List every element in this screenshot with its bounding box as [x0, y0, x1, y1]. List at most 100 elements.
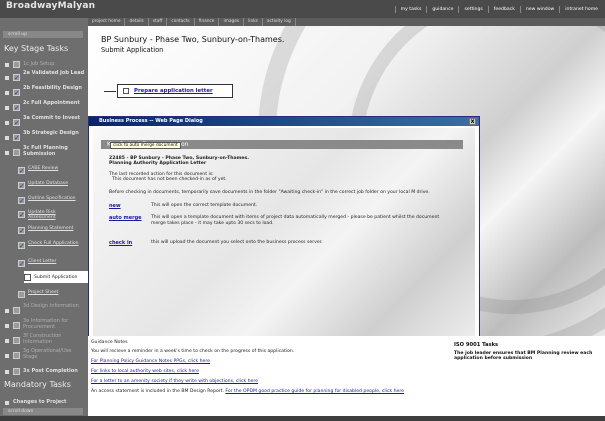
task-label: 2c Full Appointment	[23, 100, 80, 106]
task-3f[interactable]: 3f Construction Information	[5, 333, 87, 348]
check-icon: ✓	[13, 74, 20, 82]
tab-staff[interactable]: staff	[149, 18, 168, 26]
last-action-value: This document has not been checked-in as…	[112, 177, 227, 182]
guidance-intro: You will recieve a reminder in a week's …	[91, 349, 295, 354]
project-title: BP Sunbury - Phase Two, Sunbury-on-Thame…	[101, 35, 285, 44]
expand-icon[interactable]	[5, 136, 9, 140]
nav-feedback[interactable]: feedback	[487, 6, 520, 13]
dialog-body: Key Project Documentation 22485 - BP Sun…	[93, 128, 475, 346]
check-in-description: this will upload the document you select…	[151, 240, 323, 245]
task-checkbox[interactable]	[123, 88, 129, 94]
task-checkbox	[13, 352, 20, 359]
task-3b[interactable]: ✓ 3b Strategic Design	[5, 130, 87, 145]
task-2a[interactable]: ✓ 2a Validated Job Lead	[5, 70, 87, 85]
nav-intranet-home[interactable]: intranet home	[559, 6, 603, 13]
tab-finance[interactable]: finance	[195, 18, 220, 26]
task-label: 3x Post Completion	[23, 368, 78, 374]
subtask-label: Check Full Application	[28, 241, 79, 246]
nav-settings[interactable]: settings	[458, 6, 487, 13]
scroll-up-button[interactable]: scroll up	[3, 31, 83, 38]
tab-activity-log[interactable]: activity log	[263, 18, 296, 26]
amenity-letter-link[interactable]: For a letter to an amenity society if th…	[91, 379, 443, 384]
subtask-update-risk[interactable]: ✓ Update Risk Assessment	[18, 208, 84, 220]
expand-icon[interactable]	[5, 91, 9, 95]
key-stage-title: Key Stage Tasks	[4, 44, 69, 53]
scroll-down-button[interactable]: scroll down	[3, 408, 83, 415]
sidebar: scroll up Key Stage Tasks 1c Job Setup ✓…	[0, 18, 88, 421]
close-icon[interactable]: x	[469, 118, 476, 125]
guidance-title: Guidance Notes	[91, 340, 128, 345]
task-checkbox	[18, 291, 25, 298]
tab-images[interactable]: images	[219, 18, 245, 26]
subtask-planning-statement[interactable]: ✓ Planning Statement	[18, 224, 84, 236]
subtask-label: Update Database	[28, 181, 69, 186]
task-2c[interactable]: ✓ 2c Full Appointment	[5, 100, 87, 115]
collapse-icon[interactable]	[5, 151, 9, 155]
check-icon: ✓	[13, 104, 20, 112]
auto-merge-description-2: merge takes place - it may take upto 30 …	[151, 221, 274, 226]
task-3d[interactable]: 3d Design Information	[5, 303, 87, 318]
task-checkbox	[13, 337, 20, 344]
nav-new-window[interactable]: new window	[519, 6, 559, 13]
task-3a[interactable]: ✓ 3a Commit to Invest	[5, 115, 87, 130]
check-icon: ✓	[13, 89, 20, 97]
subtask-client-letter[interactable]: ✓ Client Letter	[18, 257, 84, 269]
tab-details[interactable]: details	[125, 18, 149, 26]
subtask-project-sheet[interactable]: Project Sheet	[18, 288, 84, 300]
task-box: Prepare application letter	[104, 84, 233, 98]
expand-icon[interactable]	[5, 309, 9, 313]
nav-guidance[interactable]: guidance	[426, 6, 458, 13]
expand-icon[interactable]	[5, 354, 9, 358]
check-icon: ✓	[18, 167, 25, 175]
connector-line	[104, 91, 116, 92]
authority-link[interactable]: For links to local authority web sites, …	[91, 369, 443, 374]
subtask-label: Update Risk Assessment	[28, 210, 56, 220]
expand-icon[interactable]	[5, 121, 9, 125]
task-label: 2a Validated Job Lead	[23, 70, 85, 76]
subtask-submit-application[interactable]: Submit Application	[24, 271, 88, 283]
check-in-link[interactable]: check in	[109, 240, 132, 246]
tab-project-home[interactable]: project home	[88, 18, 126, 26]
subtask-update-database[interactable]: ✓ Update Database	[18, 179, 84, 191]
task-3e[interactable]: 3e Information for Procurement	[5, 318, 87, 333]
expand-icon[interactable]	[5, 76, 9, 80]
auto-merge-link[interactable]: auto merge	[109, 215, 142, 221]
task-3x[interactable]: 3x Post Completion	[5, 365, 87, 379]
expand-icon[interactable]	[5, 63, 9, 67]
expand-icon[interactable]	[5, 370, 9, 374]
tab-contacts[interactable]: contacts	[167, 18, 195, 26]
check-icon: ✓	[18, 227, 25, 235]
new-link[interactable]: new	[109, 203, 121, 209]
prepare-letter-link[interactable]: Prepare application letter	[134, 88, 213, 94]
task-checkbox	[13, 61, 20, 68]
subtask-label: Outline Specification	[28, 196, 76, 201]
subtask-label: Planning Statement	[28, 226, 74, 231]
expand-icon[interactable]	[5, 401, 9, 405]
check-icon: ✓	[13, 134, 20, 142]
expand-icon[interactable]	[5, 339, 9, 343]
expand-icon[interactable]	[5, 324, 9, 328]
subtask-label: Submit Application	[34, 275, 78, 280]
task-checkbox	[13, 322, 20, 329]
subtask-check-full-application[interactable]: ✓ Check Full Application	[18, 239, 84, 251]
top-bar: BroadwayMalyan my tasks guidance setting…	[0, 0, 605, 18]
check-icon: ✓	[18, 197, 25, 205]
task-2b[interactable]: ✓ 2b Feasibility Design	[5, 85, 87, 100]
task-label: 2b Feasibility Design	[23, 85, 82, 91]
check-icon: ✓	[13, 119, 20, 127]
subtask-cabe-review[interactable]: ✓ CABE Review	[18, 164, 84, 176]
expand-icon[interactable]	[5, 106, 9, 110]
tab-links[interactable]: links	[244, 18, 263, 26]
subtask-label: Client Letter	[28, 259, 57, 264]
task-3g[interactable]: 3g Operational/Use Stage	[5, 348, 87, 363]
ppg-link[interactable]: For Planning Policy Guidance Notes PPGs,…	[91, 359, 443, 364]
checkin-instructions: Before checking in documents, temporaril…	[109, 190, 430, 195]
opdm-guide-link[interactable]: For the OPDM good practice guide for pla…	[225, 389, 404, 394]
nav-my-tasks[interactable]: my tasks	[394, 6, 427, 13]
task-label: Changes to Project	[13, 399, 67, 405]
mandatory-title: Mandatory Tasks	[4, 380, 71, 389]
new-description: This will open the correct template docu…	[151, 203, 258, 208]
task-3c[interactable]: 3c Full Planning Submission	[5, 145, 87, 160]
status-bar	[0, 416, 605, 421]
subtask-outline-specification[interactable]: ✓ Outline Specification	[18, 194, 84, 206]
